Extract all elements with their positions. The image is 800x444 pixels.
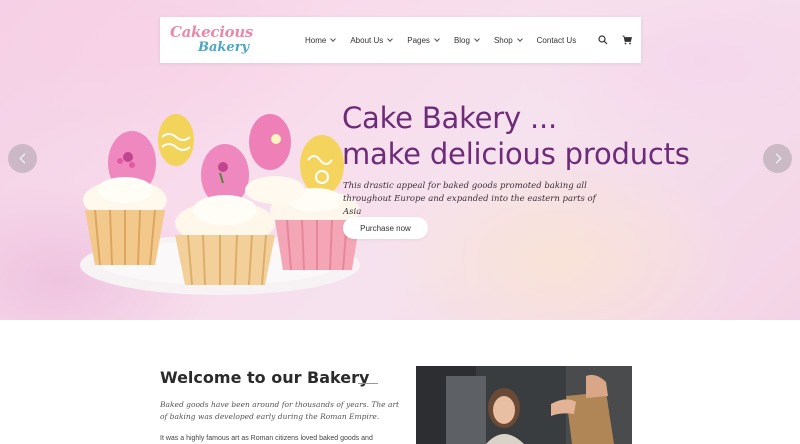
nav-item-contact-us[interactable]: Contact Us <box>537 36 577 45</box>
bakery-photo <box>416 366 632 444</box>
chevron-left-icon <box>19 153 29 164</box>
nav-label: About Us <box>350 35 384 45</box>
chevron-right-icon <box>771 153 781 164</box>
cupcakes-image <box>80 114 360 295</box>
nav-item-home[interactable]: Home <box>305 35 337 45</box>
logo-text-line1: Cakecious <box>170 23 254 41</box>
purchase-now-button[interactable]: Purchase now <box>343 217 428 239</box>
chevron-down-icon <box>474 35 480 42</box>
chevron-down-icon <box>434 35 440 42</box>
hero-slider: Cakecious Bakery Home About Us Pages Blo… <box>0 0 800 320</box>
hero-title-line2: make delicious products <box>342 137 690 171</box>
nav-item-about-us[interactable]: About Us <box>350 35 394 45</box>
chevron-down-icon <box>516 35 523 42</box>
search-icon[interactable] <box>598 35 608 45</box>
chevron-down-icon <box>330 35 337 42</box>
title-divider <box>358 383 378 384</box>
chevron-down-icon <box>387 35 394 42</box>
nav-label: Shop <box>493 35 513 45</box>
nav-label: Blog <box>453 35 470 45</box>
navbar: Cakecious Bakery Home About Us Pages Blo… <box>160 17 641 63</box>
slider-next-button[interactable] <box>763 144 792 173</box>
cart-icon[interactable] <box>622 35 632 45</box>
nav-label: Home <box>305 35 327 45</box>
nav-label: Pages <box>407 35 430 45</box>
hero-title: Cake Bakery ... make delicious products <box>342 100 690 172</box>
slider-prev-button[interactable] <box>8 144 37 173</box>
main-menu: Home About Us Pages Blog Shop Contact Us <box>305 17 591 63</box>
welcome-title: Welcome to our Bakery <box>160 368 370 387</box>
hero-title-line1: Cake Bakery ... <box>342 101 558 135</box>
welcome-body: It was a highly famous art as Roman citi… <box>160 435 373 442</box>
site-logo[interactable]: Cakecious Bakery <box>170 23 254 57</box>
welcome-intro: Baked goods have been around for thousan… <box>160 400 400 421</box>
nav-item-pages[interactable]: Pages <box>407 35 440 45</box>
logo-text-line2: Bakery <box>198 40 250 55</box>
hero-description: This drastic appeal for baked goods prom… <box>343 181 596 217</box>
nav-item-shop[interactable]: Shop <box>493 35 523 45</box>
nav-item-blog[interactable]: Blog <box>453 35 480 45</box>
nav-label: Contact Us <box>536 35 577 45</box>
